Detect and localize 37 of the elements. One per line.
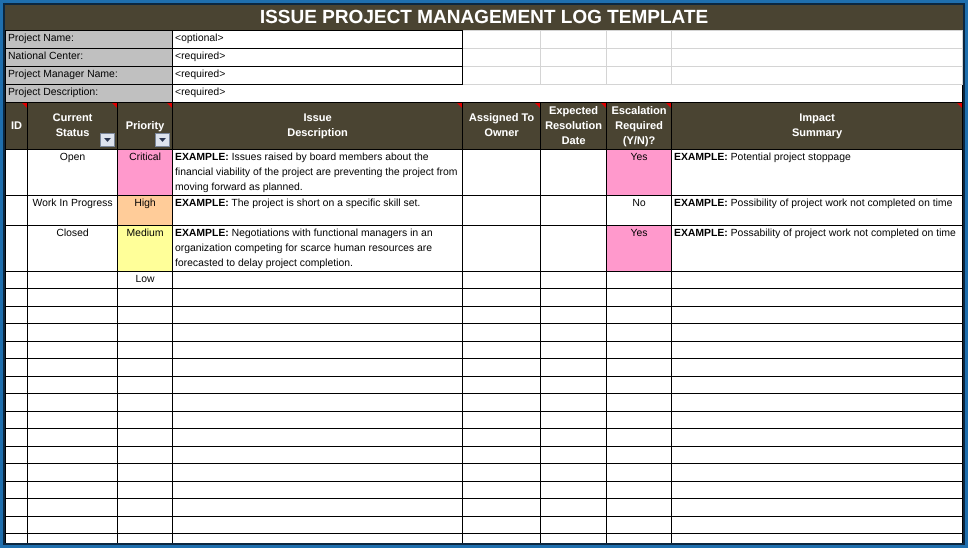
field-value[interactable]: <required> (172, 48, 463, 66)
field-value[interactable]: <required> (172, 66, 463, 84)
comment-indicator-icon (666, 103, 672, 108)
field-value[interactable]: <optional> (172, 30, 463, 48)
column-header: ID (6, 102, 28, 150)
priority-cell: Medium (118, 226, 173, 272)
escalation-cell: Yes (606, 226, 672, 272)
comment-indicator-icon (535, 103, 540, 108)
impact-summary: EXAMPLE: Potential project stoppage (672, 150, 963, 196)
caret-icon (104, 138, 111, 142)
column-header: Assigned To Owner (462, 102, 541, 150)
priority-cell: High (118, 196, 173, 226)
comment-indicator-icon (457, 103, 462, 108)
column-header: Expected Resolution Date (540, 102, 607, 150)
column-header: Issue Description (172, 102, 463, 150)
issue-description: EXAMPLE: Issues raised by board members about the financial viability of the project are preventing the project from moving forward as planned. (172, 150, 463, 196)
filter-dropdown-button[interactable] (100, 133, 115, 147)
impact-summary: EXAMPLE: Possibility of project work not completed on time (672, 196, 963, 226)
column-header: Escalation Required (Y/N)? (606, 102, 672, 150)
field-label: National Center: (6, 48, 173, 66)
caret-icon (159, 138, 166, 142)
issue-description: EXAMPLE: Negotiations with functional managers in an organization competing for scarce human resources are forecasted to delay project completion. (172, 226, 463, 272)
column-header: Priority (118, 102, 173, 150)
comment-indicator-icon (601, 103, 606, 108)
filter-dropdown-button[interactable] (155, 133, 170, 147)
column-header: Current Status (28, 102, 118, 150)
impact-summary: EXAMPLE: Possability of project work not completed on time (672, 226, 963, 272)
column-header: Impact Summary (672, 102, 963, 150)
comment-indicator-icon (957, 103, 962, 108)
sheet-title: ISSUE PROJECT MANAGEMENT LOG TEMPLATE (258, 6, 710, 30)
field-label: Project Name: (6, 30, 173, 48)
field-label: Project Description: (6, 84, 173, 102)
issue-description: EXAMPLE: The project is short on a specific skill set. (172, 196, 463, 226)
escalation-cell: Yes (606, 150, 672, 196)
priority-cell: Low (118, 272, 173, 288)
field-label: Project Manager Name: (6, 66, 173, 84)
priority-cell: Critical (118, 150, 173, 196)
